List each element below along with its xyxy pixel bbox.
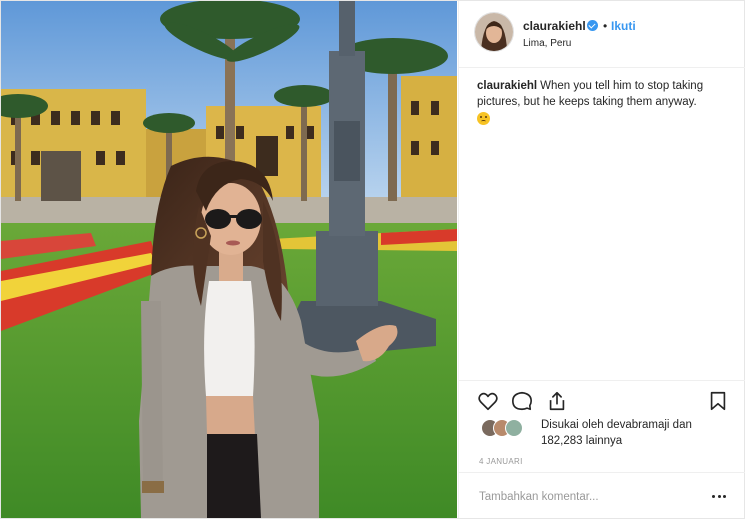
post-card: claurakiehl • Ikuti Lima, Peru claurakie… [0,0,745,519]
comment-input[interactable] [477,487,701,507]
comment-icon[interactable] [511,390,533,417]
follow-button[interactable]: Ikuti [611,19,636,33]
liker-avatar[interactable] [505,419,523,437]
verified-badge-icon [587,20,598,31]
liked-by-text[interactable]: Disukai oleh devabramaji dan [541,417,745,433]
grimacing-face-icon [477,112,490,125]
post-caption: claurakiehl When you tell him to stop tak… [477,78,729,125]
likes-text[interactable]: Disukai oleh devabramaji dan 182,283 lai… [541,417,745,449]
post-date[interactable]: 4 JANUARI [479,457,523,466]
avatar[interactable] [475,13,513,51]
post-details-panel: claurakiehl • Ikuti Lima, Peru claurakie… [458,1,745,518]
likes-summary: Disukai oleh devabramaji dan 182,283 lai… [481,417,731,453]
share-icon[interactable] [546,390,568,417]
post-photo[interactable] [1,1,457,518]
more-options-icon[interactable] [709,487,729,505]
post-header: claurakiehl • Ikuti Lima, Peru [459,1,745,68]
bookmark-icon[interactable] [707,390,729,417]
heart-icon[interactable] [477,390,499,417]
location-link[interactable]: Lima, Peru [523,38,571,49]
header-separator: • [603,19,608,33]
caption-username[interactable]: claurakiehl [477,80,537,92]
comment-form [459,472,745,519]
username-link[interactable]: claurakiehl [523,19,586,33]
like-count-text[interactable]: 182,283 lainnya [541,433,745,449]
action-bar [459,380,745,421]
